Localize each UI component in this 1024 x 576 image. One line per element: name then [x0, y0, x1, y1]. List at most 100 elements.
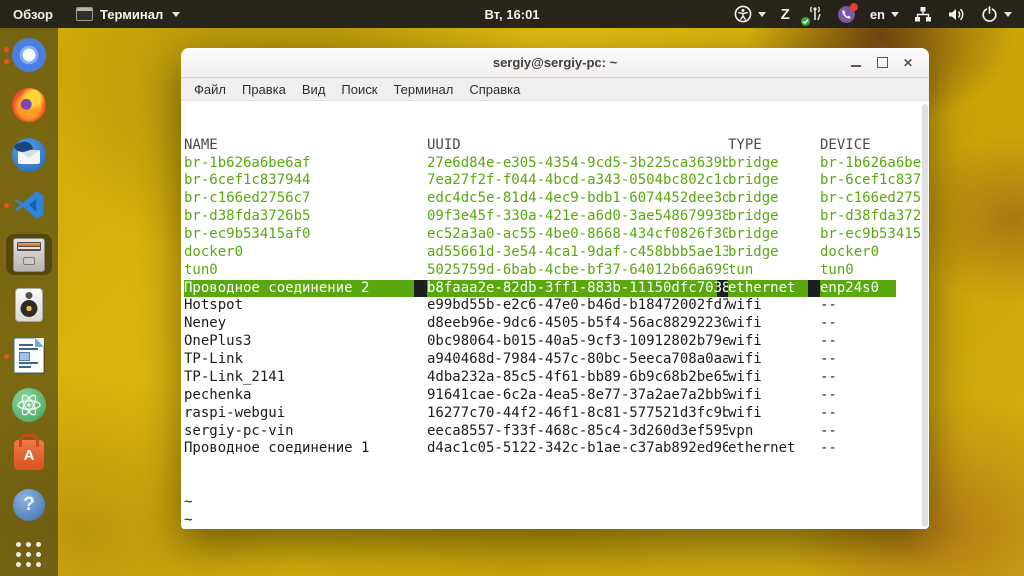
wired-network-icon[interactable]: [914, 6, 932, 23]
filler-line: ~: [184, 511, 193, 528]
table-row: sergiy-pc-vin eeca8557-f33f-468c-85c4-3d2…: [184, 423, 929, 441]
dock-item-chromium[interactable]: [4, 34, 52, 75]
table-row: br-d38fda3726b5 09f3e45f-330a-421e-a6d0-3…: [184, 208, 929, 226]
notification-badge: [849, 2, 858, 11]
dock-item-firefox[interactable]: [6, 84, 52, 125]
cell-type: wifi: [728, 315, 762, 332]
menu-bar: Файл Правка Вид Поиск Терминал Справка: [181, 78, 929, 101]
cell-device: br-6cef1c837: [820, 172, 922, 189]
column-header: DEVICE: [820, 136, 871, 153]
thunderbird-icon: [12, 137, 46, 172]
cell-type: wifi: [728, 351, 762, 368]
close-icon: ✕: [902, 55, 914, 70]
cell-name: tun0: [184, 261, 218, 278]
menu-item-4[interactable]: Терминал: [385, 82, 461, 97]
menu-item-2[interactable]: Вид: [294, 82, 334, 97]
z-app-indicator-icon[interactable]: Z: [781, 6, 790, 23]
volume-icon[interactable]: [947, 6, 966, 23]
language-indicator[interactable]: en: [870, 7, 899, 22]
dock-item-thunderbird[interactable]: [6, 134, 52, 175]
cell-device: br-c166ed275: [820, 190, 922, 207]
column-header: NAME: [184, 136, 218, 153]
cell-name: TP-Link_2141: [184, 368, 286, 385]
dock-item-libreoffice-writer[interactable]: [4, 335, 52, 376]
cell-uuid: 7ea27f2f-f044-4bcd-a343-0504bc802c1c: [427, 172, 728, 189]
cell-name: br-ec9b53415af0: [184, 226, 311, 243]
cell-device: enp24s0: [820, 279, 929, 298]
viber-icon[interactable]: [837, 2, 858, 23]
window-titlebar[interactable]: sergiy@sergiy-pc: ~ ✕: [181, 48, 929, 78]
menu-item-5[interactable]: Справка: [461, 82, 528, 97]
chevron-down-icon: [1004, 11, 1012, 17]
maximize-button[interactable]: [869, 48, 895, 77]
signal-indicator[interactable]: [800, 5, 823, 26]
libreoffice-writer-icon: [14, 337, 44, 373]
table-header-row: NAME UUID TYPE DEVICE: [184, 137, 929, 155]
menu-item-3[interactable]: Поиск: [333, 82, 385, 97]
cell-device: br-d38fda372: [820, 208, 922, 225]
cell-name: sergiy-pc-vin: [184, 422, 294, 439]
minimize-button[interactable]: [843, 48, 869, 77]
dock: A ?: [0, 28, 58, 576]
table-row: tun0 5025759d-6bab-4cbe-bf37-64012b66a699…: [184, 262, 929, 280]
cell-name: br-1b626a6be6af: [184, 154, 311, 171]
cell-name: pechenka: [184, 386, 252, 403]
cell-uuid: 16277c70-44f2-46f1-8c81-577521d3fc9b: [427, 404, 728, 421]
cell-name: OnePlus3: [184, 333, 252, 350]
cell-type: bridge: [728, 243, 779, 260]
cell-type: wifi: [728, 333, 762, 350]
firefox-icon: [12, 87, 46, 122]
dock-item-software-store[interactable]: A: [6, 435, 52, 476]
table-row: br-1b626a6be6af 27e6d84e-e305-4354-9cd5-3…: [184, 155, 929, 173]
cell-name: TP-Link: [184, 351, 244, 368]
cell-type: wifi: [728, 404, 762, 421]
dock-item-file-cabinet[interactable]: [6, 234, 52, 276]
table-row: docker0 ad55661d-3e54-4ca1-9daf-c458bbb5a…: [184, 244, 929, 262]
chromium-icon: [12, 37, 46, 72]
file-cabinet-icon: [13, 237, 45, 272]
close-button[interactable]: ✕: [895, 48, 921, 77]
dock-item-show-apps[interactable]: [6, 535, 52, 576]
cell-type: bridge: [728, 190, 779, 207]
cell-uuid: edc4dc5e-81d4-4ec9-bdb1-6074452dee3d: [427, 190, 728, 207]
clock[interactable]: Вт, 16:01: [484, 0, 539, 28]
menu-item-0[interactable]: Файл: [186, 82, 234, 97]
cell-uuid: 91641cae-6c2a-4ea5-8e77-37a2ae7a2bb9: [427, 386, 728, 403]
cell-device: --: [820, 315, 837, 332]
table-row: br-ec9b53415af0 ec52a3a0-ac55-4be0-8668-4…: [184, 226, 929, 244]
chevron-down-icon: [891, 11, 899, 17]
cell-device: docker0: [820, 243, 880, 260]
terminal-window: sergiy@sergiy-pc: ~ ✕ Файл Правка Вид Поиск…: [181, 48, 929, 529]
cell-device: --: [820, 297, 837, 314]
app-indicator[interactable]: Терминал: [66, 0, 190, 28]
cell-device: --: [820, 440, 837, 457]
app-indicator-label: Терминал: [100, 6, 164, 22]
accessibility-menu[interactable]: [734, 5, 766, 23]
show-apps-icon: [16, 542, 42, 568]
speaker-icon: [15, 288, 43, 323]
power-menu[interactable]: [981, 5, 1012, 23]
cell-uuid: d4ac1c05-5122-342c-b1ae-c37ab892ed96: [427, 440, 728, 457]
table-row: raspi-webgui 16277c70-44f2-46f1-8c81-5775…: [184, 405, 929, 423]
cell-type: wifi: [728, 297, 762, 314]
table-row: Проводное соединение 1 d4ac1c05-5122-342c…: [184, 440, 929, 458]
cell-name: raspi-webgui: [184, 404, 286, 421]
dock-item-vscode[interactable]: [4, 184, 52, 225]
cell-uuid: e99bd55b-e2c6-47e0-b46d-b18472002fd7: [427, 297, 728, 314]
window-controls: ✕: [843, 48, 921, 77]
cell-device: --: [820, 404, 837, 421]
cell-name: Neney: [184, 315, 227, 332]
dock-item-help[interactable]: ?: [6, 485, 52, 526]
cell-type: wifi: [728, 386, 762, 403]
terminal-output[interactable]: NAME UUID TYPE DEVICE br-1b626a6be6af 27e6d84…: [181, 101, 929, 529]
table-row: Neney d8eeb96e-9dc6-4505-b5f4-56ac8829223…: [184, 315, 929, 333]
cell-uuid: ec52a3a0-ac55-4be0-8668-434cf0826f30: [427, 226, 728, 243]
cell-device: --: [820, 386, 837, 403]
table-row: OnePlus3 0bc98064-b015-40a5-9cf3-10912802…: [184, 333, 929, 351]
menu-item-1[interactable]: Правка: [234, 82, 294, 97]
cell-name: Проводное соединение 2: [184, 279, 427, 298]
dock-item-speaker[interactable]: [6, 284, 52, 325]
dock-item-atom[interactable]: [6, 385, 52, 426]
cell-name: br-6cef1c837944: [184, 172, 311, 189]
activities-button[interactable]: Обзор: [0, 0, 66, 28]
